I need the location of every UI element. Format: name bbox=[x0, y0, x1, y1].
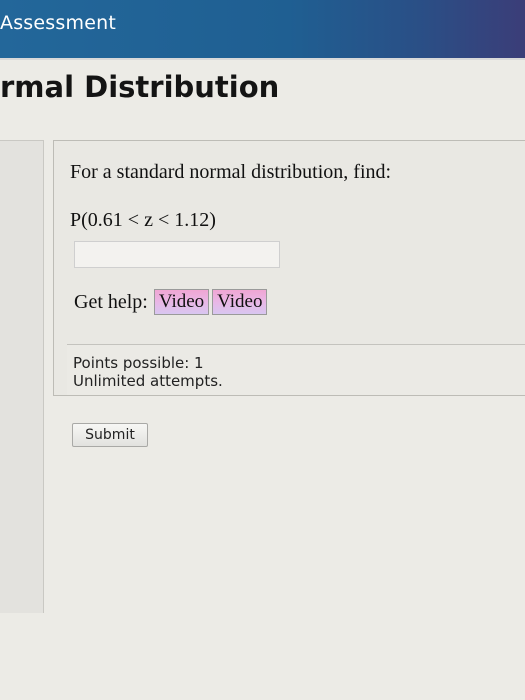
help-row: Get help: Video Video bbox=[74, 289, 270, 315]
submit-button[interactable]: Submit bbox=[72, 423, 148, 447]
left-side-panel bbox=[0, 140, 44, 613]
points-possible: Points possible: 1 bbox=[73, 354, 204, 372]
page-title: rmal Distribution bbox=[0, 70, 280, 104]
answer-input[interactable] bbox=[74, 241, 280, 268]
video-help-button-1[interactable]: Video bbox=[153, 289, 210, 315]
question-box: For a standard normal distribution, find… bbox=[53, 140, 525, 396]
attempts-info: Unlimited attempts. bbox=[73, 372, 223, 390]
help-label: Get help: bbox=[74, 290, 148, 313]
question-prompt: For a standard normal distribution, find… bbox=[70, 161, 392, 183]
video-help-button-2[interactable]: Video bbox=[212, 289, 268, 315]
probability-expression: P(0.61 < z < 1.12) bbox=[70, 209, 216, 231]
header-title: Assessment bbox=[0, 12, 116, 34]
top-header-bar: Assessment bbox=[0, 0, 525, 60]
points-info-box: Points possible: 1 Unlimited attempts. bbox=[67, 344, 525, 395]
